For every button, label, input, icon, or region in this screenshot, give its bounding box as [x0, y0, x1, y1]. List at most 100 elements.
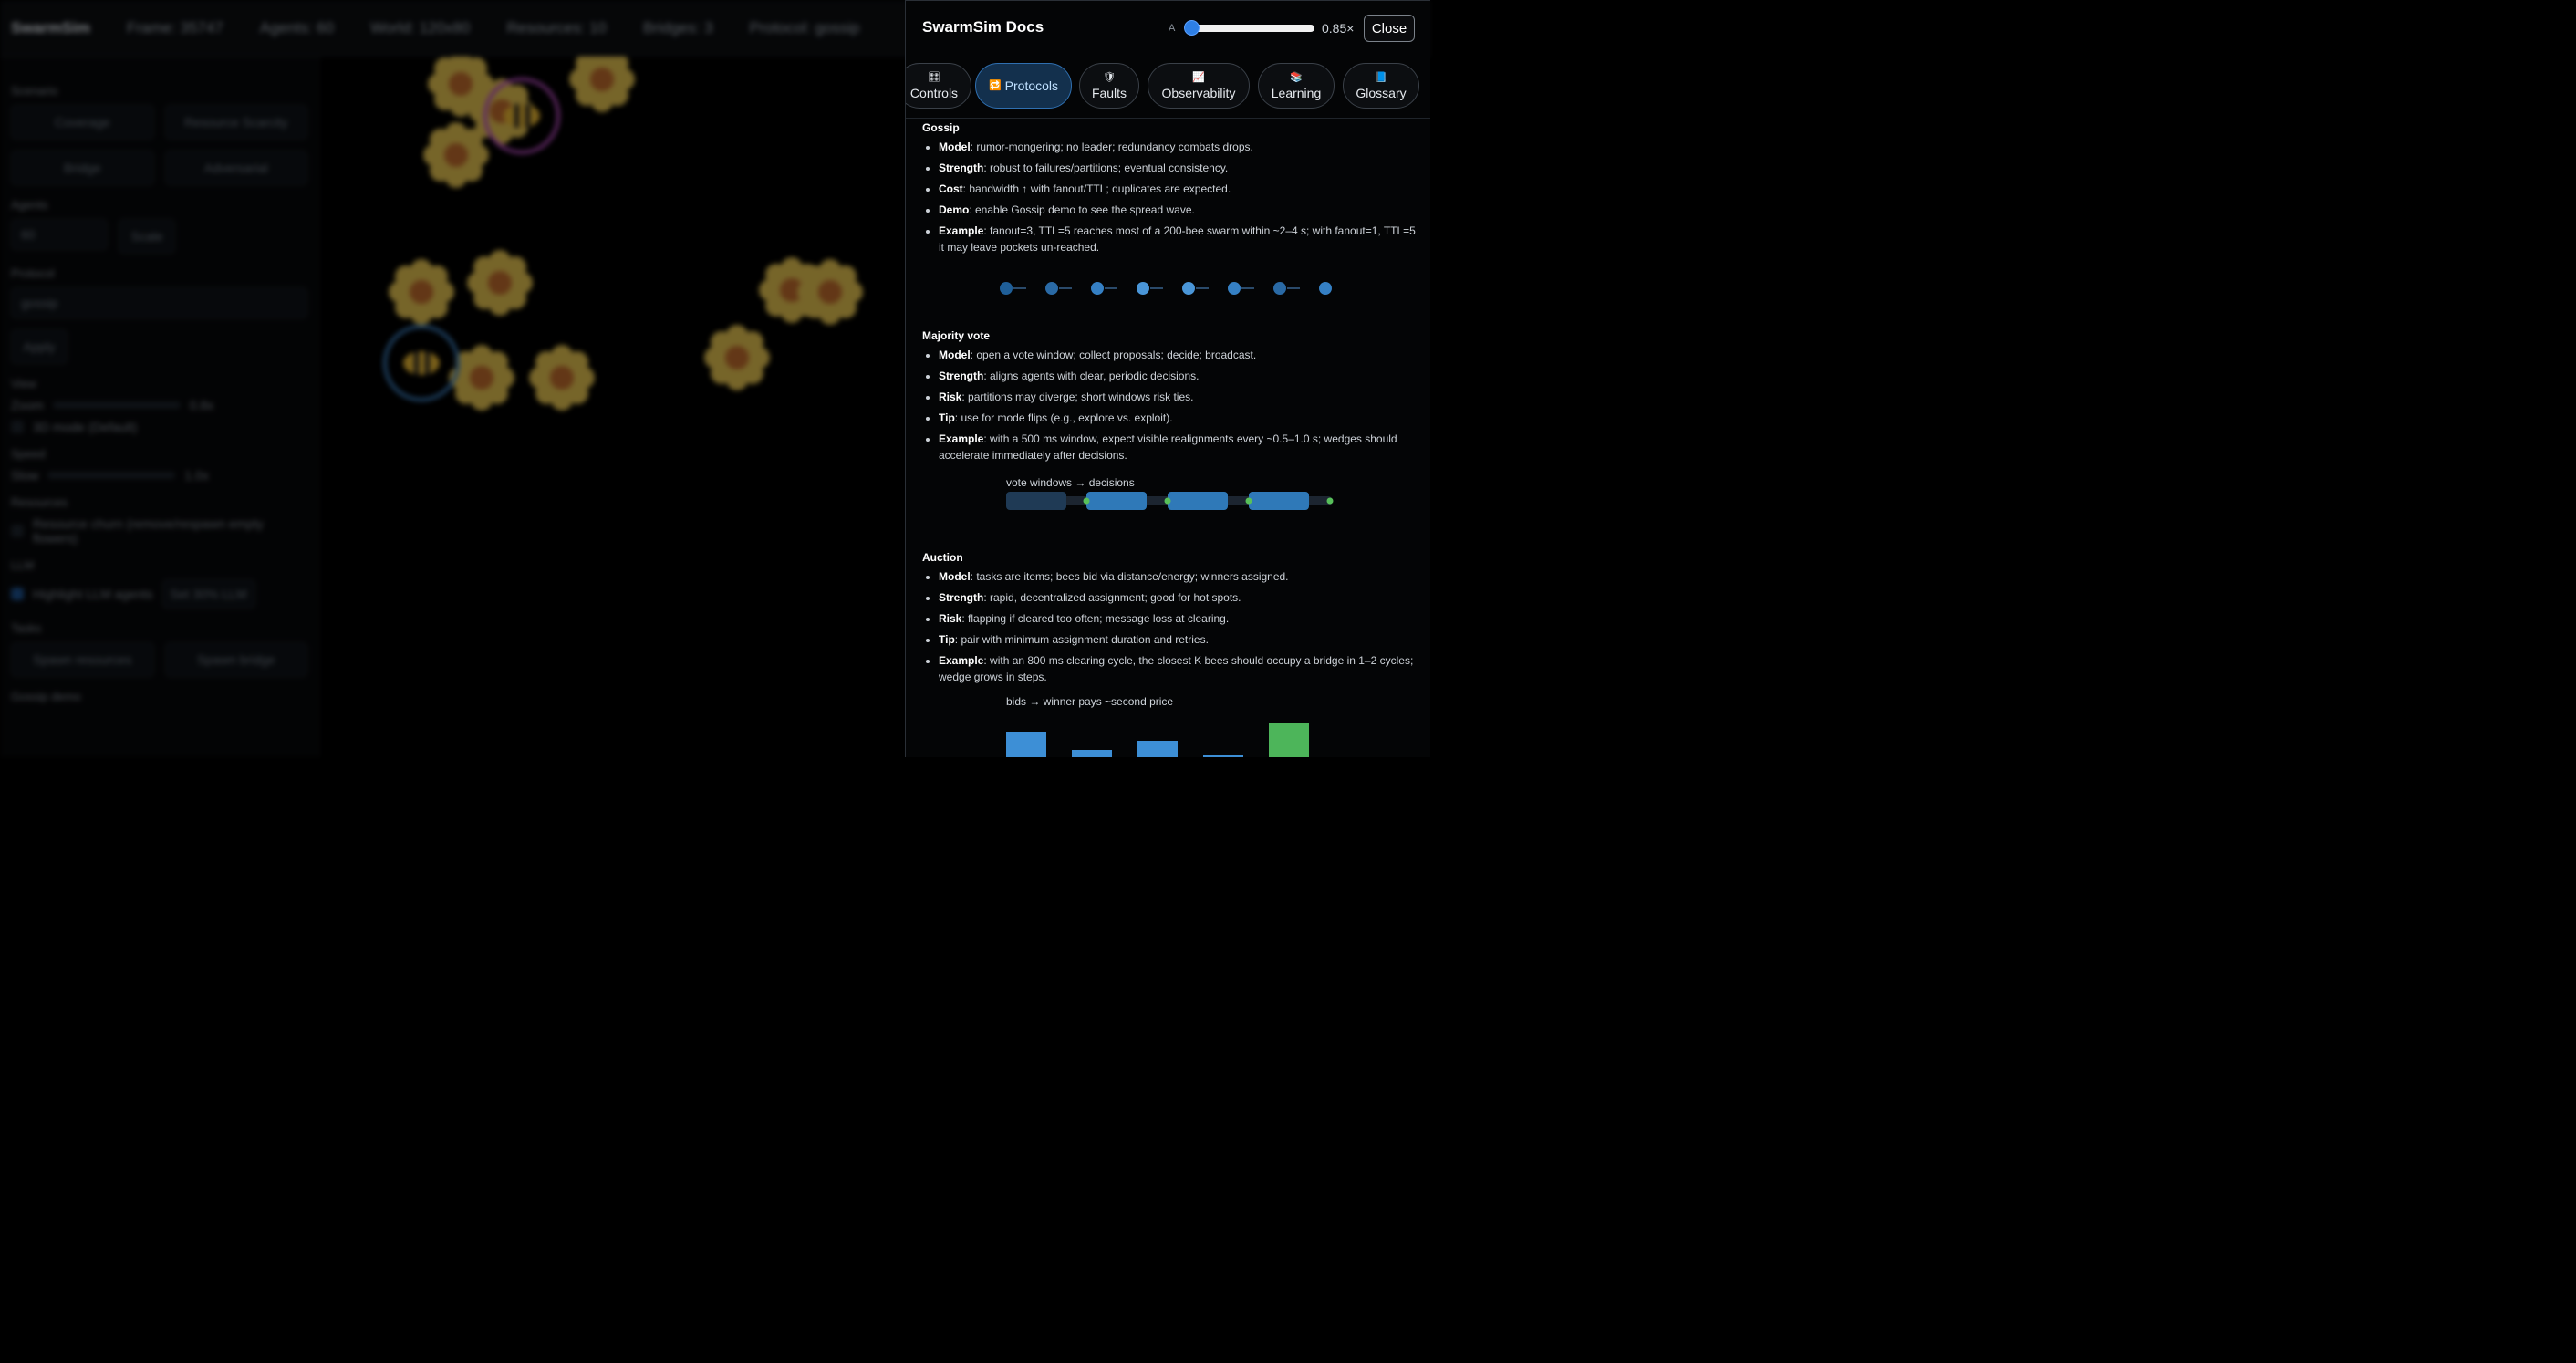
speed-label: Speed — [11, 447, 46, 461]
list-item: Model: tasks are items; bees bid via dis… — [939, 568, 1422, 585]
gossip-title: Gossip — [922, 121, 960, 134]
stat-resources: Resources: 10 — [506, 18, 607, 36]
zoom-slider[interactable] — [52, 401, 181, 409]
majority-vote-points: Model: open a vote window; collect propo… — [922, 347, 1422, 468]
scenario-bridge-button[interactable]: Bridge — [11, 151, 154, 185]
gossip-node — [1228, 282, 1241, 295]
highlight-llm-label: Highlight LLM agents — [33, 587, 153, 601]
gossip-node — [1091, 282, 1104, 295]
simulation-scene — [383, 47, 863, 411]
decision-dot — [1245, 497, 1252, 505]
chart-icon: 📈 — [1192, 72, 1205, 83]
docs-title: SwarmSim Docs — [922, 18, 1044, 36]
agents-count-input[interactable]: 60 — [11, 219, 108, 250]
stat-protocol: Protocol: gossip — [749, 18, 860, 36]
llm-label: LLM — [11, 558, 35, 572]
font-size-slider[interactable] — [1187, 25, 1314, 32]
flower-icon — [797, 259, 863, 325]
docs-panel: SwarmSim Docs A 0.85× Close 🎛 Controls 🔁… — [905, 0, 1430, 757]
tab-learning-label: Learning — [1271, 86, 1322, 100]
tab-observability[interactable]: 📈 Observability — [1148, 63, 1250, 109]
agents-label: Agents — [11, 198, 48, 212]
highlight-llm-checkbox[interactable] — [11, 588, 24, 600]
resources-label: Resources — [11, 495, 68, 509]
spawn-bridge-button[interactable]: Spawn bridge — [164, 642, 307, 677]
zoom-slider-value: 0.8x — [189, 398, 214, 412]
gossip-points: Model: rumor-mongering; no leader; redun… — [922, 139, 1422, 260]
font-size-slider-thumb[interactable] — [1184, 20, 1200, 36]
list-item: Demo: enable Gossip demo to see the spre… — [939, 202, 1422, 218]
tab-faults[interactable]: 🛡 Faults — [1079, 63, 1139, 109]
gossip-node — [1137, 282, 1149, 295]
resource-churn-label: Resource churn (remove/respawn empty flo… — [33, 516, 264, 546]
stat-bridges: Bridges: 3 — [643, 18, 713, 36]
protocol-label: Protocol — [11, 266, 55, 280]
bid-bar — [1203, 755, 1243, 757]
bid-bar — [1006, 732, 1046, 757]
gossip-node — [1273, 282, 1286, 295]
list-item: Risk: flapping if cleared too often; mes… — [939, 610, 1422, 627]
vote-windows-diagram — [1006, 492, 1334, 510]
flower-icon — [704, 325, 770, 390]
scenario-coverage-button[interactable]: Coverage — [11, 105, 154, 140]
protocol-apply-button[interactable]: Apply — [11, 329, 68, 364]
tab-controls-label: Controls — [909, 86, 959, 100]
list-item: Model: rumor-mongering; no leader; redun… — [939, 139, 1422, 155]
speed-slider-value: 1.0x — [184, 468, 209, 483]
3d-mode-label: 3D mode (Default) — [33, 420, 138, 434]
tab-glossary-label: Glossary — [1356, 86, 1407, 100]
docs-content[interactable]: Gossip Model: rumor-mongering; no leader… — [906, 119, 1430, 757]
majority-vote-title: Majority vote — [922, 329, 991, 342]
close-button[interactable]: Close — [1364, 15, 1415, 42]
agents-scale-button[interactable]: Scale — [119, 219, 175, 254]
flower-icon — [529, 345, 595, 411]
control-sidebar: Scenario Coverage Resource Scarcity Brid… — [0, 57, 319, 757]
list-item: Strength: aligns agents with clear, peri… — [939, 368, 1422, 384]
tab-protocols[interactable]: 🔁 Protocols — [975, 63, 1072, 109]
list-item: Example: with an 800 ms clearing cycle, … — [939, 652, 1422, 685]
spawn-resources-button[interactable]: Spawn resources — [11, 642, 154, 677]
bid-bar — [1137, 741, 1178, 757]
3d-mode-checkbox[interactable] — [11, 421, 24, 433]
flower-icon — [467, 250, 533, 316]
tab-glossary[interactable]: 📘 Glossary — [1343, 63, 1419, 109]
tasks-label: Tasks — [11, 621, 42, 635]
gossip-demo-label: Gossip demo — [11, 690, 81, 703]
gossip-node — [1319, 282, 1332, 295]
tab-learning[interactable]: 📚 Learning — [1258, 63, 1335, 109]
docs-header: SwarmSim Docs A 0.85× Close — [906, 1, 1430, 54]
auction-bids-diagram — [1006, 723, 1309, 757]
flower-icon — [389, 259, 454, 325]
resource-churn-checkbox[interactable] — [11, 525, 24, 537]
tab-controls[interactable]: 🎛 Controls — [906, 63, 971, 109]
list-item: Tip: use for mode flips (e.g., explore v… — [939, 410, 1422, 426]
list-item: Strength: rapid, decentralized assignmen… — [939, 589, 1422, 606]
speed-slider[interactable] — [47, 472, 176, 479]
scenario-scarcity-button[interactable]: Resource Scarcity — [164, 105, 307, 140]
winner-bar — [1269, 723, 1309, 757]
bee-icon — [383, 325, 460, 401]
scenario-adversarial-button[interactable]: Adversarial — [164, 151, 307, 185]
shield-icon: 🛡 — [1103, 72, 1116, 83]
gossip-node — [1045, 282, 1058, 295]
set-llm-button[interactable]: Set 30% LLM — [161, 579, 255, 609]
font-size-value: 0.85× — [1322, 21, 1355, 36]
protocol-select[interactable]: gossip — [11, 287, 307, 318]
docs-tab-bar: 🎛 Controls 🔁 Protocols 🛡 Faults 📈 Observ… — [906, 54, 1430, 119]
tab-protocols-label: Protocols — [1004, 78, 1059, 93]
vote-windows-label: vote windows → decisions — [1006, 476, 1135, 489]
speed-slider-label: Slow — [11, 468, 39, 483]
list-item: Risk: partitions may diverge; short wind… — [939, 389, 1422, 405]
tab-observability-label: Observability — [1161, 86, 1236, 100]
books-icon: 📚 — [1290, 72, 1303, 83]
stat-agents: Agents: 60 — [259, 18, 335, 36]
auction-points: Model: tasks are items; bees bid via dis… — [922, 568, 1422, 690]
book-icon: 📘 — [1375, 72, 1387, 83]
bid-bar — [1072, 750, 1112, 757]
simulation-canvas[interactable] — [319, 47, 903, 757]
list-item: Tip: pair with minimum assignment durati… — [939, 631, 1422, 648]
decision-dot — [1326, 497, 1334, 505]
auction-bids-label: bids → winner pays ~second price — [1006, 695, 1174, 708]
flower-icon — [569, 47, 635, 112]
stat-frame: Frame: 35747 — [126, 18, 223, 36]
